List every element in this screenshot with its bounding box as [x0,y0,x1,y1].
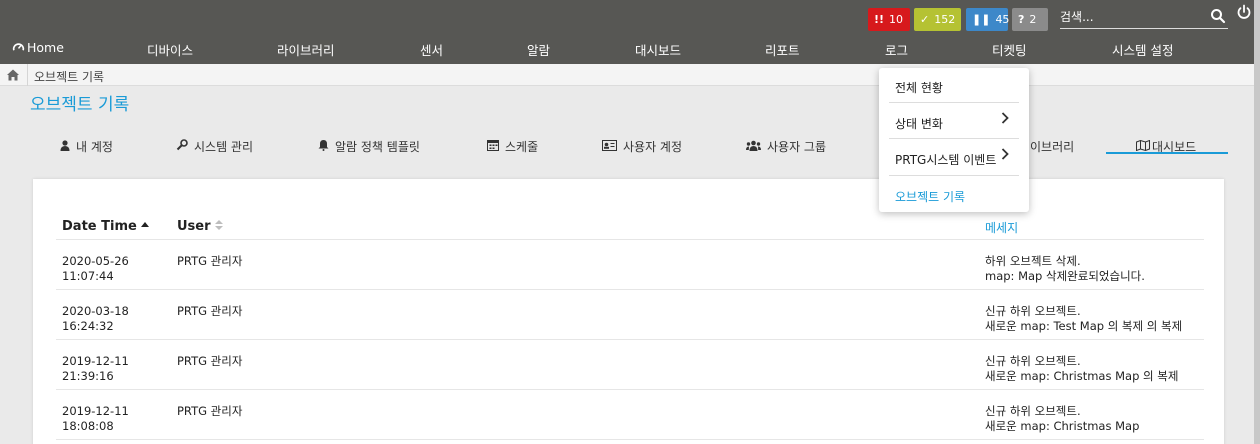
status-up-badge[interactable]: ✓ 152 [914,8,961,31]
tab-label: 시스템 관리 [194,140,254,154]
chevron-right-icon [1001,148,1009,164]
search-input[interactable] [1060,7,1210,27]
tab-label: 이브러리 [1030,140,1075,154]
nav-logs[interactable]: 로그 [885,40,908,60]
breadcrumb-current[interactable]: 오브젝트 기록 [34,68,104,85]
user-icon [60,140,70,154]
nav-alarms[interactable]: 알람 [527,40,550,60]
nav-dashboard[interactable]: 대시보드 [635,40,681,60]
menu-divider [889,102,1019,103]
bell-icon [318,139,329,154]
tab-library[interactable]: 이브러리 [1030,138,1074,154]
column-header-user[interactable]: User [177,219,223,234]
nav-home-label: Home [27,40,64,55]
top-bar: !!10 ✓152 ❚❚45 ?2 Home 디바이스 라이브러리 센서 알람 … [0,0,1260,64]
tab-user-groups[interactable]: 사용자 그룹 [746,138,826,154]
user-cell: PRTG 관리자 [177,254,243,268]
alert-icon: !! [874,13,885,26]
message-cell: 신규 하위 오브젝트. 새로운 map: Christmas Map [985,404,1140,433]
date-cell: 2020-03-18 16:24:32 [62,304,129,333]
row-divider [56,439,1204,440]
breadcrumb-divider [27,64,28,86]
menu-item-status-changes[interactable]: 상태 변화 [895,115,943,132]
message-cell: 신규 하위 오브젝트. 새로운 map: Test Map 의 복제 의 복제 [985,304,1183,333]
power-icon[interactable] [1236,4,1252,20]
check-icon: ✓ [920,13,930,26]
tab-label: 스케줄 [505,140,539,154]
tab-label: 사용자 계정 [623,140,683,154]
tab-label: 내 계정 [76,140,113,154]
tab-system-admin[interactable]: 시스템 관리 [176,138,253,154]
user-cell: PRTG 관리자 [177,404,243,418]
table-row[interactable]: 2020-05-26 11:07:44 PRTG 관리자 하위 오브젝트 삭제. m… [56,240,1204,290]
nav-devices[interactable]: 디바이스 [147,40,193,60]
menu-item-object-history[interactable]: 오브젝트 기록 [895,188,965,205]
column-header-label: User [177,219,211,234]
column-header-date-time[interactable]: Date Time [62,219,149,234]
table-row[interactable]: 2020-03-18 16:24:32 PRTG 관리자 신규 하위 오브젝트. 새… [56,290,1204,340]
status-paused-count: 45 [995,13,1010,26]
nav-system-settings[interactable]: 시스템 설정 [1112,40,1173,60]
user-cell: PRTG 관리자 [177,354,243,368]
menu-item-system-events[interactable]: PRTG시스템 이벤트 [895,151,996,168]
menu-item-overview[interactable]: 전체 현황 [895,79,943,96]
question-icon: ? [1018,13,1025,26]
gauge-icon [12,43,25,51]
date-cell: 2019-12-11 18:08:08 [62,404,129,433]
logs-dropdown-menu: 전체 현황 상태 변화 PRTG시스템 이벤트 오브젝트 기록 [879,68,1029,212]
search-icon[interactable] [1210,8,1226,24]
status-down-count: 10 [889,13,904,26]
home-icon[interactable] [6,68,20,82]
tab-user-accounts[interactable]: 사용자 계정 [602,138,682,154]
users-icon [746,140,761,154]
user-cell: PRTG 관리자 [177,304,243,318]
nav-library[interactable]: 라이브러리 [277,40,335,60]
nav-home[interactable]: Home [12,40,64,60]
pause-icon: ❚❚ [972,13,991,26]
menu-divider [889,138,1019,139]
column-header-message[interactable]: 메세지 [985,219,1018,236]
wrench-icon [176,139,188,154]
sort-ascending-icon [140,222,149,227]
table-row[interactable]: 2019-12-11 18:08:08 PRTG 관리자 신규 하위 오브젝트. 새… [56,390,1204,440]
sort-icon [214,220,223,230]
id-card-icon [602,140,617,154]
date-cell: 2019-12-11 21:39:16 [62,354,129,383]
nav-ticketing[interactable]: 티켓팅 [992,40,1027,60]
nav-reports[interactable]: 리포트 [765,40,800,60]
tab-label: 알람 정책 템플릿 [335,140,420,154]
column-header-label: Date Time [62,219,137,234]
chevron-right-icon [1001,112,1009,128]
scrollbar[interactable] [1254,0,1260,444]
nav-sensors[interactable]: 센서 [420,40,443,60]
search-box [1060,6,1228,29]
active-tab-indicator [1106,152,1228,154]
tab-label: 사용자 그룹 [767,140,827,154]
tab-alarm-templates[interactable]: 알람 정책 템플릿 [318,138,420,154]
status-paused-badge[interactable]: ❚❚ 45 [966,8,1010,31]
menu-divider [889,175,1019,176]
breadcrumb: 오브젝트 기록 [0,64,1254,86]
status-down-badge[interactable]: !! 10 [868,8,910,31]
page-title: 오브젝트 기록 [30,95,130,115]
status-up-count: 152 [934,13,956,26]
message-cell: 신규 하위 오브젝트. 새로운 map: Christmas Map 의 복제 [985,354,1179,383]
tab-schedules[interactable]: 스케줄 [487,138,538,154]
calendar-icon [487,139,499,154]
status-unknown-count: 2 [1029,13,1037,26]
message-cell: 하위 오브젝트 삭제. map: Map 삭제완료되었습니다. [985,254,1145,283]
date-cell: 2020-05-26 11:07:44 [62,254,129,283]
tab-my-account[interactable]: 내 계정 [60,138,113,154]
table-row[interactable]: 2019-12-11 21:39:16 PRTG 관리자 신규 하위 오브젝트. 새… [56,340,1204,390]
status-unknown-badge[interactable]: ? 2 [1012,8,1048,31]
